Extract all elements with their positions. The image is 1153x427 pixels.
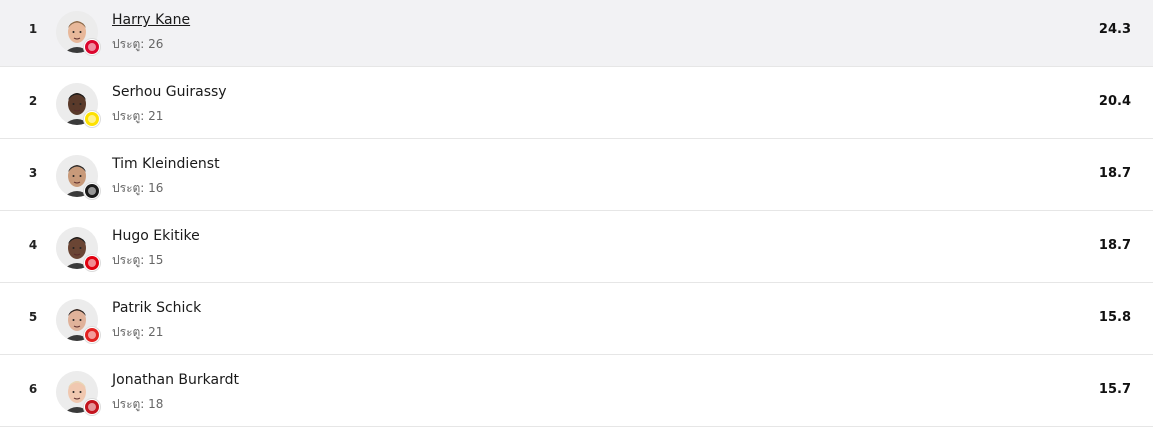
goals-count: 16 (148, 181, 164, 195)
goals-label: ประตู: (112, 181, 145, 195)
player-avatar[interactable] (56, 155, 100, 199)
player-avatar[interactable] (56, 371, 100, 415)
player-goals: ประตู: 26 (112, 35, 163, 54)
gladbach-crest-icon (84, 183, 100, 199)
borussia-dortmund-crest-icon (84, 111, 100, 127)
player-stat-value: 18.7 (1098, 166, 1131, 181)
goals-label: ประตู: (112, 325, 145, 339)
goals-label: ประตู: (112, 253, 145, 267)
player-name-link[interactable]: Hugo Ekitike (112, 228, 200, 244)
goals-count: 21 (148, 109, 164, 123)
goals-count: 18 (148, 397, 164, 411)
goals-count: 26 (148, 37, 164, 51)
player-rank: 5 (28, 310, 38, 324)
player-name-link[interactable]: Tim Kleindienst (112, 156, 220, 172)
player-avatar[interactable] (56, 11, 100, 55)
player-rank: 1 (28, 22, 38, 36)
player-rank: 6 (28, 382, 38, 396)
player-goals: ประตู: 15 (112, 251, 163, 270)
player-row[interactable]: 1 Harry Kane ประตู: 26 24.3 (0, 0, 1153, 67)
player-name-link[interactable]: Serhou Guirassy (112, 84, 227, 100)
player-avatar[interactable] (56, 227, 100, 271)
player-goals: ประตู: 16 (112, 179, 163, 198)
player-row[interactable]: 3 Tim Kleindienst ประตู: 16 18.7 (0, 140, 1153, 211)
player-name-link[interactable]: Jonathan Burkardt (112, 372, 239, 388)
player-rank: 2 (28, 94, 38, 108)
goals-count: 15 (148, 253, 164, 267)
player-name-link[interactable]: Patrik Schick (112, 300, 201, 316)
player-stat-value: 20.4 (1098, 94, 1131, 109)
player-row[interactable]: 5 Patrik Schick ประตู: 21 15.8 (0, 284, 1153, 355)
player-row[interactable]: 6 Jonathan Burkardt ประตู: 18 15.7 (0, 356, 1153, 427)
mainz-05-crest-icon (84, 399, 100, 415)
eintracht-frankfurt-crest-icon (84, 255, 100, 271)
player-stat-value: 15.8 (1098, 310, 1131, 325)
player-avatar[interactable] (56, 83, 100, 127)
player-stat-value: 15.7 (1098, 382, 1131, 397)
bayer-leverkusen-crest-icon (84, 327, 100, 343)
player-goals: ประตู: 21 (112, 323, 163, 342)
player-goals: ประตู: 21 (112, 107, 163, 126)
goals-label: ประตู: (112, 109, 145, 123)
player-rank: 3 (28, 166, 38, 180)
player-stat-value: 18.7 (1098, 238, 1131, 253)
player-name-link[interactable]: Harry Kane (112, 12, 190, 28)
player-avatar[interactable] (56, 299, 100, 343)
bayern-munich-crest-icon (84, 39, 100, 55)
player-row[interactable]: 4 Hugo Ekitike ประตู: 15 18.7 (0, 212, 1153, 283)
goals-label: ประตู: (112, 397, 145, 411)
goals-count: 21 (148, 325, 164, 339)
player-rank: 4 (28, 238, 38, 252)
goals-label: ประตู: (112, 37, 145, 51)
player-stat-value: 24.3 (1098, 22, 1131, 37)
player-row[interactable]: 2 Serhou Guirassy ประตู: 21 20.4 (0, 68, 1153, 139)
player-stats-list: 1 Harry Kane ประตู: 26 24.3 2 Serhou Guirassy… (0, 0, 1153, 427)
player-goals: ประตู: 18 (112, 395, 163, 414)
